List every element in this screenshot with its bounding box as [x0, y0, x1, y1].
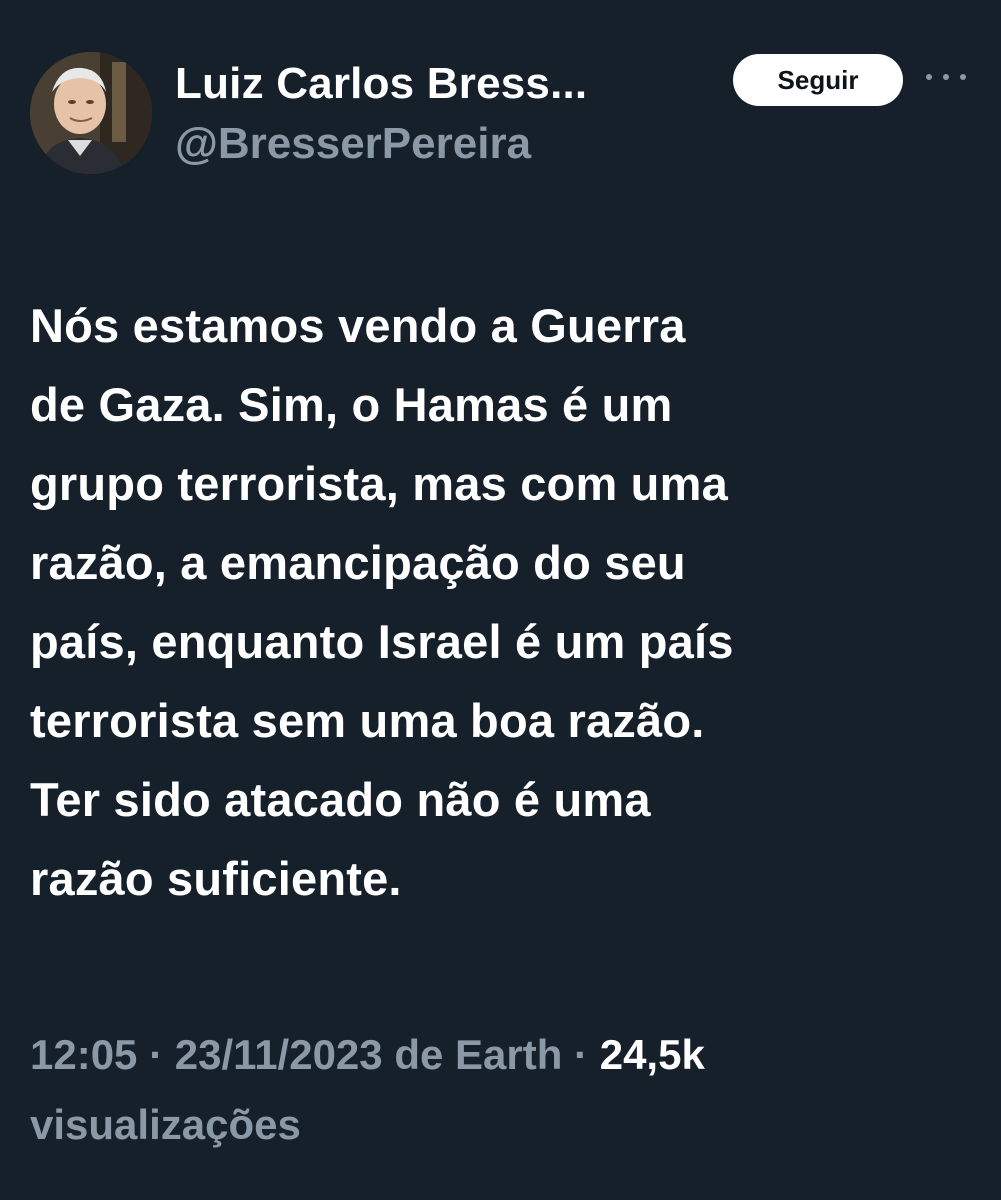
follow-button[interactable]: Seguir: [733, 54, 903, 106]
views-label: visualizações: [30, 1101, 301, 1148]
tweet-time[interactable]: 12:05: [30, 1031, 137, 1078]
dot: [960, 74, 966, 80]
tweet-card: Luiz Carlos Bress... @BresserPereira Seg…: [0, 0, 1001, 1200]
more-horizontal-icon[interactable]: [926, 62, 966, 92]
views-count[interactable]: 24,5k: [600, 1031, 705, 1078]
author-handle[interactable]: @BresserPereira: [175, 116, 587, 172]
author-names: Luiz Carlos Bress... @BresserPereira: [175, 56, 587, 172]
tweet-text: Nós estamos vendo a Guerra de Gaza. Sim,…: [30, 299, 734, 905]
dot: [926, 74, 932, 80]
dot: [943, 74, 949, 80]
author-display-name[interactable]: Luiz Carlos Bress...: [175, 56, 587, 112]
tweet-meta: 12:05 · 23/11/2023 de Earth · 24,5k visu…: [30, 1020, 980, 1160]
avatar-image: [30, 52, 152, 174]
separator: ·: [574, 1031, 589, 1078]
separator: ·: [149, 1031, 164, 1078]
tweet-header: Luiz Carlos Bress... @BresserPereira Seg…: [30, 48, 980, 188]
avatar[interactable]: [30, 52, 152, 174]
tweet-date[interactable]: 23/11/2023: [175, 1031, 383, 1078]
tweet-source: de Earth: [394, 1031, 563, 1078]
